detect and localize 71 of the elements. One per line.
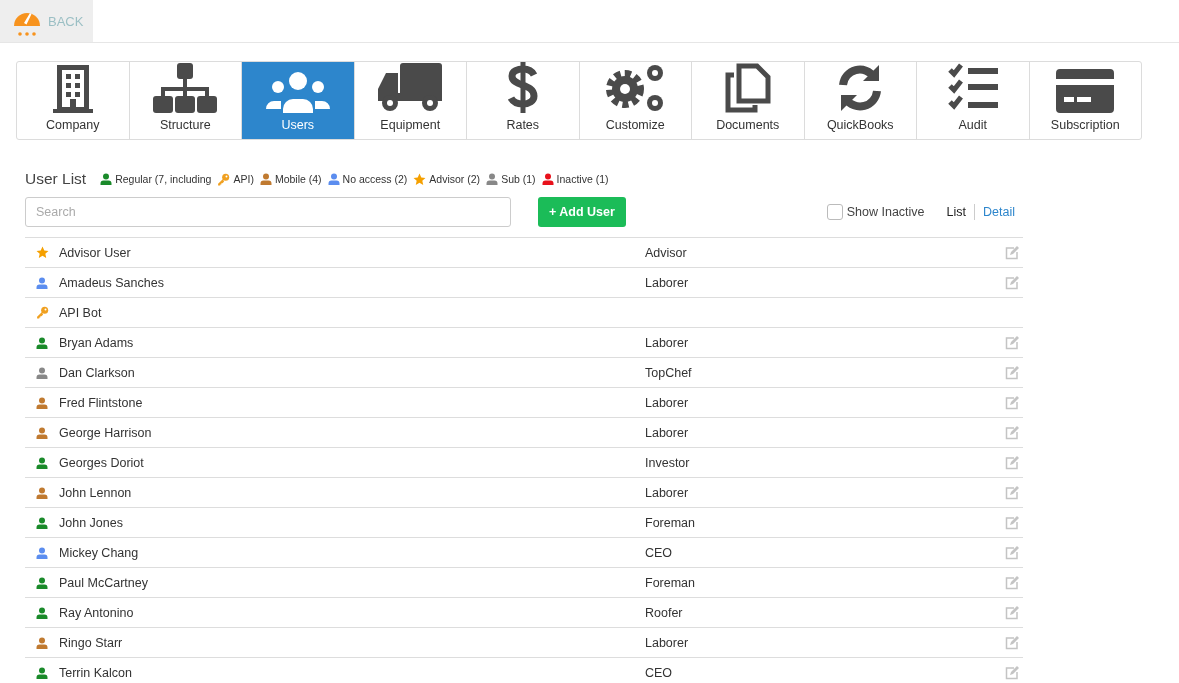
- user-role: Roofer: [645, 605, 684, 620]
- edit-icon[interactable]: [1005, 545, 1019, 560]
- user-role: CEO: [645, 545, 674, 560]
- legend-label: Inactive (1): [556, 173, 609, 185]
- user-role: Laborer: [645, 335, 690, 350]
- user-role: Laborer: [645, 425, 690, 440]
- nav-tab[interactable]: Structure: [129, 62, 242, 139]
- edit-icon[interactable]: [1005, 485, 1019, 500]
- edit-icon[interactable]: [1005, 245, 1019, 260]
- legend-label: Advisor (2): [429, 173, 481, 185]
- view-toggle-link[interactable]: List: [946, 205, 967, 219]
- legend-label: Mobile (4): [274, 173, 322, 185]
- user-role: Laborer: [645, 635, 690, 650]
- user-role: Laborer: [645, 395, 690, 410]
- user-role: CEO: [645, 665, 674, 680]
- nav-tab[interactable]: Users: [242, 62, 355, 139]
- user-name[interactable]: API Bot: [59, 305, 645, 320]
- edit-icon[interactable]: [1005, 455, 1019, 470]
- edit-icon[interactable]: [1005, 365, 1019, 380]
- user-name[interactable]: Bryan Adams: [59, 335, 645, 350]
- edit-icon[interactable]: [1005, 515, 1019, 530]
- user-name[interactable]: Georges Doriot: [59, 455, 645, 470]
- user-name[interactable]: Amadeus Sanches: [59, 275, 645, 290]
- building-icon: [50, 63, 95, 113]
- user-name[interactable]: Terrin Kalcon: [59, 665, 645, 680]
- user-name[interactable]: Advisor User: [59, 245, 645, 260]
- user-role: Advisor: [645, 245, 688, 260]
- legend-label: No access (2): [342, 173, 408, 185]
- user-name[interactable]: George Harrison: [59, 425, 645, 440]
- documents-icon: [724, 63, 771, 113]
- edit-icon[interactable]: [1005, 395, 1019, 410]
- nav-tab[interactable]: Subscription: [1029, 62, 1141, 139]
- user-name[interactable]: Paul McCartney: [59, 575, 645, 590]
- nav-tab[interactable]: Company: [17, 62, 130, 139]
- section-title: User List: [25, 170, 87, 188]
- edit-icon[interactable]: [1005, 275, 1019, 290]
- edit-icon[interactable]: [1005, 605, 1019, 620]
- nav-tab[interactable]: Documents: [692, 62, 805, 139]
- user-name[interactable]: Ringo Starr: [59, 635, 645, 650]
- legend-label: API): [233, 173, 254, 185]
- search-field[interactable]: Search: [25, 197, 511, 227]
- user-role: Investor: [645, 455, 691, 470]
- user-name[interactable]: Dan Clarkson: [59, 365, 645, 380]
- view-toggle-link[interactable]: Detail: [983, 205, 1015, 219]
- edit-icon[interactable]: [1005, 635, 1019, 650]
- nav-tab[interactable]: QuickBooks: [804, 62, 917, 139]
- edit-icon[interactable]: [1005, 575, 1019, 590]
- users-icon: [265, 69, 330, 113]
- nav-tab[interactable]: Rates: [467, 62, 580, 139]
- user-role: Foreman: [645, 515, 697, 530]
- card-icon: [1056, 69, 1115, 113]
- user-name[interactable]: Ray Antonino: [59, 605, 645, 620]
- user-role: TopChef: [645, 365, 693, 380]
- user-name[interactable]: Fred Flintstone: [59, 395, 645, 410]
- user-name[interactable]: Mickey Chang: [59, 545, 645, 560]
- user-name[interactable]: John Lennon: [59, 485, 645, 500]
- truck-icon: [378, 63, 443, 113]
- nav-tab[interactable]: Customize: [579, 62, 692, 139]
- nav-tab[interactable]: Audit: [917, 62, 1030, 139]
- user-name[interactable]: John Jones: [59, 515, 645, 530]
- legend-label: Regular (7, including: [115, 173, 212, 185]
- edit-icon[interactable]: [1005, 665, 1019, 680]
- nav-tab[interactable]: Equipment: [354, 62, 467, 139]
- user-role: Laborer: [645, 275, 690, 290]
- legend-label: Sub (1): [501, 173, 536, 185]
- user-role: Laborer: [645, 485, 690, 500]
- edit-icon[interactable]: [1005, 425, 1019, 440]
- user-role: Foreman: [645, 575, 697, 590]
- edit-icon[interactable]: [1005, 335, 1019, 350]
- hierarchy-icon: [153, 63, 218, 113]
- dollar-icon: [507, 62, 538, 113]
